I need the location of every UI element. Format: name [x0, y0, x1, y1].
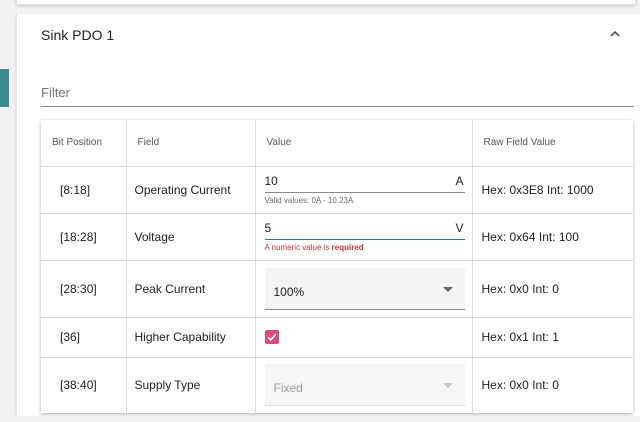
raw-value-cell: Hex: 0x1 Int: 1	[472, 317, 633, 358]
field-name-cell: Supply Type	[126, 357, 256, 413]
field-name-cell: Voltage	[126, 213, 256, 261]
header-value: Value	[255, 120, 473, 167]
validation-error: A numeric value is required	[265, 243, 465, 252]
raw-value-cell: Hex: 0x3E8 Int: 1000	[472, 166, 633, 214]
previous-card	[16, 0, 636, 5]
bitfield-table: Bit Position Field Value Raw Field Value…	[41, 120, 633, 413]
table-row: [18:28] Voltage 5 V A numeric value is r…	[41, 213, 633, 261]
dropdown-arrow-icon	[442, 383, 453, 389]
table-header-row: Bit Position Field Value Raw Field Value	[41, 120, 633, 167]
field-name-cell: Peak Current	[126, 260, 256, 318]
pdo-title: Sink PDO 1	[41, 27, 115, 43]
filter-input[interactable]	[41, 71, 634, 100]
raw-value-cell: Hex: 0x0 Int: 0	[472, 260, 633, 318]
bit-position-cell: [36]	[41, 317, 127, 358]
value-cell: 100%	[255, 260, 473, 318]
raw-value-cell: Hex: 0x64 Int: 100	[472, 213, 633, 261]
filter-field[interactable]	[41, 71, 634, 107]
supply-type-selected: Fixed	[273, 381, 303, 396]
header-raw-field-value: Raw Field Value	[472, 120, 633, 167]
bitfield-table-card: Bit Position Field Value Raw Field Value…	[41, 120, 633, 413]
operating-current-field[interactable]: 10 A Valid values: 0A - 10.23A	[264, 174, 465, 205]
field-name-cell: Higher Capability	[126, 317, 256, 358]
sink-pdo-card: Sink PDO 1 Bit Position Field Value Raw …	[16, 14, 640, 416]
value-cell: Fixed	[255, 357, 473, 413]
error-emphasis: required	[331, 243, 364, 252]
table-row: [36] Higher Capability Hex: 0x1 Int: 1	[41, 317, 633, 358]
checkmark-icon	[266, 333, 277, 342]
value-cell: 5 V A numeric value is required	[255, 213, 473, 261]
higher-capability-checkbox[interactable]	[264, 330, 279, 344]
bit-position-cell: [8:18]	[41, 166, 127, 214]
unit-label: A	[455, 174, 464, 188]
bit-position-cell: [28:30]	[41, 260, 127, 318]
peak-current-selected: 100%	[273, 284, 305, 299]
voltage-field[interactable]: 5 V A numeric value is required	[264, 221, 465, 252]
dropdown-arrow-icon[interactable]	[442, 286, 453, 292]
chevron-up-icon[interactable]	[605, 24, 625, 44]
error-text: A numeric value is	[264, 243, 332, 252]
side-panel-tab[interactable]	[0, 69, 9, 107]
unit-label: V	[455, 221, 464, 235]
voltage-value[interactable]: 5	[265, 221, 272, 235]
operating-current-value[interactable]: 10	[265, 174, 278, 188]
table-row: [38:40] Supply Type Fixed Hex: 0x0 Int: …	[41, 357, 633, 413]
value-cell	[255, 317, 473, 358]
bit-position-cell: [18:28]	[41, 213, 127, 261]
field-name-cell: Operating Current	[126, 166, 256, 214]
page-background-strip	[16, 416, 640, 422]
valid-values-hint: Valid values: 0A - 10.23A	[264, 196, 354, 205]
header-bit-position: Bit Position	[41, 120, 127, 167]
supply-type-select: Fixed	[264, 364, 465, 407]
header-field: Field	[126, 120, 256, 167]
value-cell: 10 A Valid values: 0A - 10.23A	[255, 166, 473, 214]
table-row: [8:18] Operating Current 10 A Valid valu…	[41, 166, 633, 214]
table-row: [28:30] Peak Current 100% Hex: 0x0 Int: …	[41, 260, 633, 318]
peak-current-select[interactable]: 100%	[264, 267, 465, 310]
bit-position-cell: [38:40]	[41, 357, 127, 413]
pdo-header[interactable]: Sink PDO 1	[17, 14, 640, 58]
raw-value-cell: Hex: 0x0 Int: 0	[481, 378, 559, 393]
